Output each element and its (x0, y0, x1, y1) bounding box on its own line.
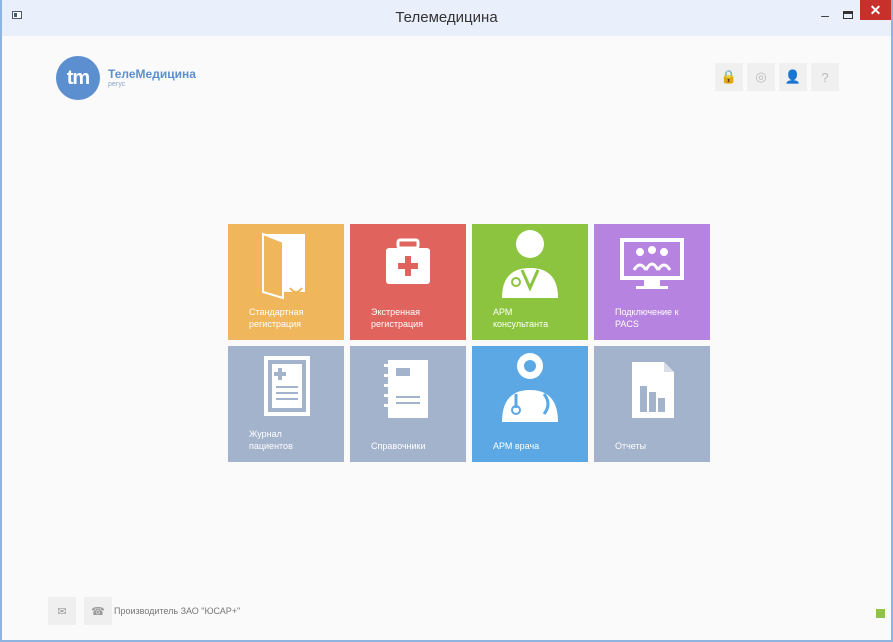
tile-doctor-workstation[interactable]: АРМ врача (472, 346, 588, 462)
app-logo: tm ТелеМедицина регус (56, 56, 196, 100)
tile-reports[interactable]: Отчеты (594, 346, 710, 462)
doctor-icon (502, 353, 558, 422)
title-bar: Телемедицина – ✕ (2, 0, 891, 36)
tile-standard-registration[interactable]: Стандартная регистрация (228, 224, 344, 340)
tile-label: Справочники (371, 441, 426, 451)
tile-label: Журнал пациентов (249, 429, 293, 451)
tile-label: Отчеты (615, 441, 647, 451)
tile-pacs-connection[interactable]: Подключение к PACS (594, 224, 710, 340)
handbook-icon (384, 360, 428, 418)
app-window: Телемедицина – ✕ tm ТелеМедицина регус 🔒… (0, 0, 893, 642)
close-button[interactable]: ✕ (860, 0, 891, 20)
top-toolbar: 🔒 ◎ 👤 ? (715, 63, 839, 91)
footer-bar: ✉ ☎ Производитель ЗАО "ЮСАР+" (48, 597, 240, 625)
manufacturer-text: Производитель ЗАО "ЮСАР+" (114, 606, 241, 616)
tile-emergency-registration[interactable]: Экстренная регистрация (350, 224, 466, 340)
consultant-icon (502, 230, 558, 298)
minimize-button[interactable]: – (814, 4, 836, 26)
tile-label: Стандартная регистрация (249, 307, 304, 329)
tile-menu: Стандартная регистрация Экстренная регис… (228, 224, 711, 464)
maximize-button[interactable] (837, 4, 859, 26)
user-icon[interactable]: 👤 (779, 63, 807, 91)
pacs-monitor-icon (620, 238, 684, 289)
mail-icon[interactable]: ✉ (48, 597, 76, 625)
tile-patient-journal[interactable]: Журнал пациентов (228, 346, 344, 462)
tile-label: Экстренная регистрация (371, 307, 424, 329)
tile-label: АРМ консультанта (493, 307, 549, 329)
phone-icon[interactable]: ☎ (84, 597, 112, 625)
status-indicator (876, 609, 885, 618)
window-title: Телемедицина (395, 9, 498, 26)
folder-icon (262, 232, 305, 300)
logo-name: ТелеМедицина (108, 67, 196, 81)
maximize-icon (843, 11, 853, 19)
reports-icon (632, 362, 674, 418)
lock-icon[interactable]: 🔒 (715, 63, 743, 91)
tile-label: Подключение к PACS (615, 307, 679, 329)
tile-consultant-workstation[interactable]: АРМ консультанта (472, 224, 588, 340)
tile-label: АРМ врача (493, 441, 540, 451)
tile-handbooks[interactable]: Справочники (350, 346, 466, 462)
journal-icon (264, 356, 310, 416)
help-icon[interactable]: ? (811, 63, 839, 91)
settings-icon[interactable]: ◎ (747, 63, 775, 91)
logo-badge: tm (56, 56, 100, 100)
medical-case-icon (386, 238, 430, 284)
logo-subtitle: регус (108, 81, 126, 88)
